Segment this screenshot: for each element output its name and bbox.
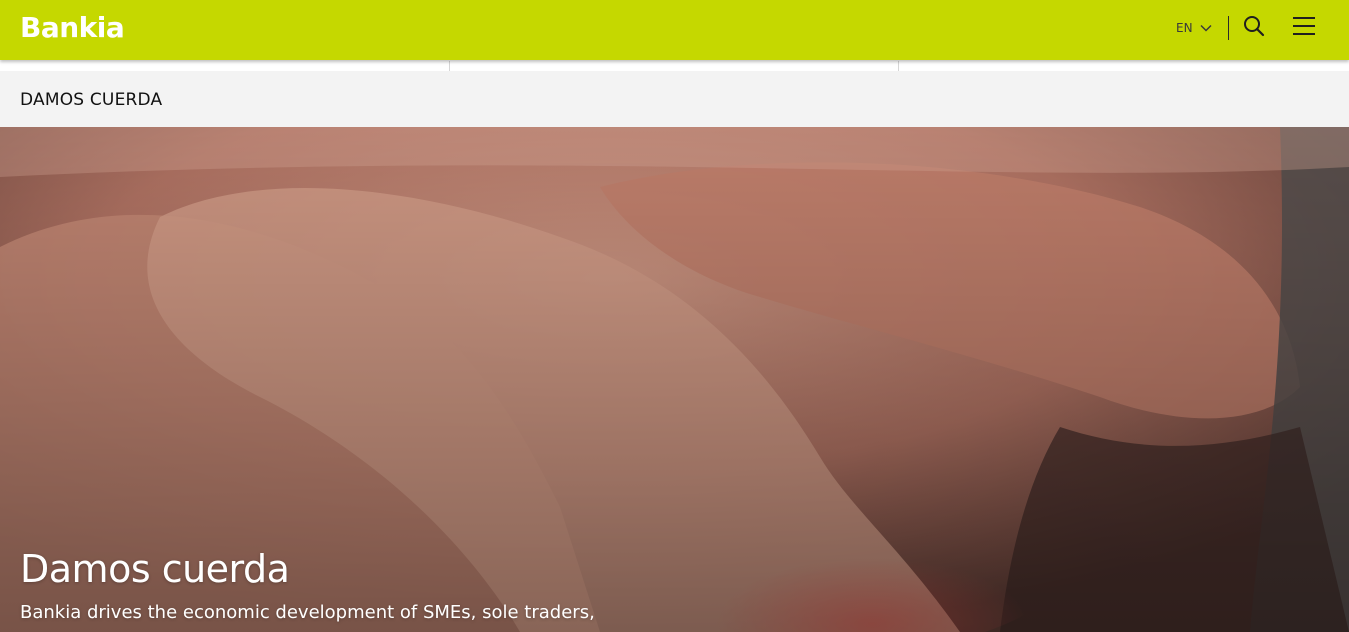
section-bar: DAMOS CUERDA — [0, 71, 1349, 127]
hero-description: Bankia drives the economic development o… — [20, 602, 595, 623]
header-divider — [1228, 16, 1229, 40]
language-label: EN — [1176, 21, 1193, 35]
language-selector[interactable]: EN — [1176, 18, 1212, 38]
chevron-down-icon — [1200, 24, 1212, 32]
menu-button[interactable] — [1290, 14, 1318, 42]
top-header: Bankia EN — [0, 0, 1349, 60]
hero-banner: Damos cuerda Bankia drives the economic … — [0, 127, 1349, 632]
subnav-separator — [898, 61, 899, 71]
menu-icon — [1292, 16, 1316, 40]
hero-title: Damos cuerda — [20, 547, 290, 591]
sub-navigation — [0, 61, 1349, 71]
section-title: DAMOS CUERDA — [20, 90, 163, 110]
subnav-separator — [449, 61, 450, 71]
search-icon — [1243, 15, 1265, 41]
search-button[interactable] — [1240, 14, 1268, 42]
bankia-logo[interactable]: Bankia — [20, 12, 125, 44]
